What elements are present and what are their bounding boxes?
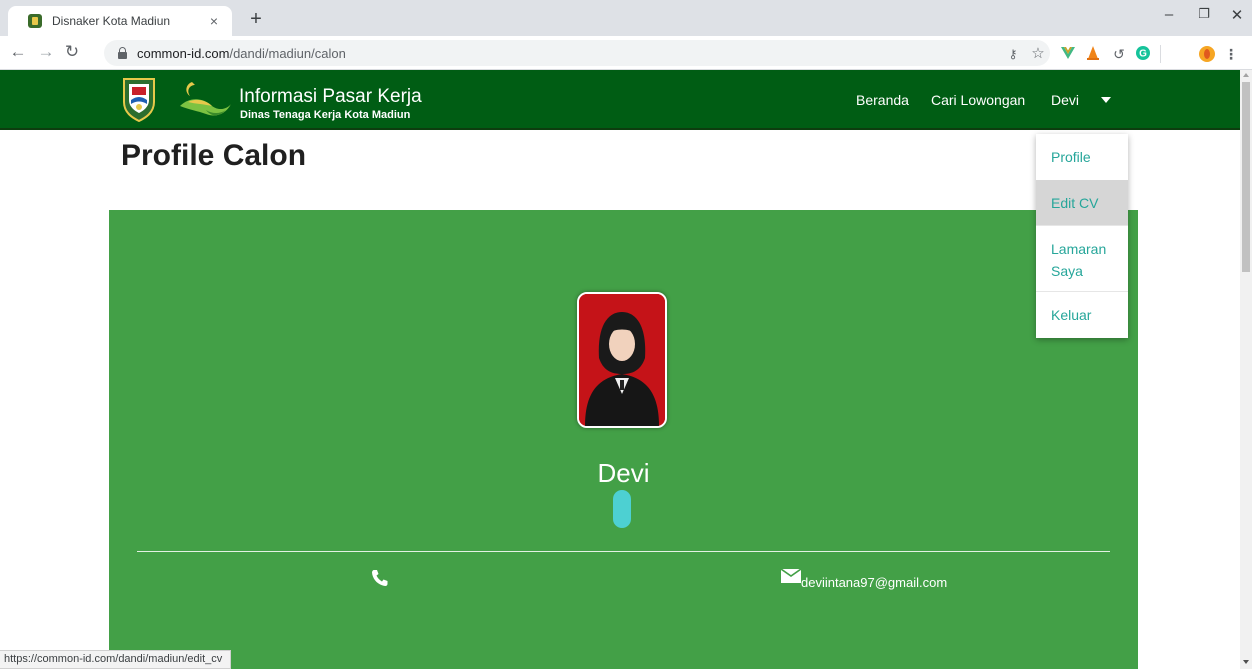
svg-text:G: G <box>1139 49 1147 60</box>
menu-icon[interactable]: ⋮ <box>1222 45 1240 63</box>
status-badge <box>613 490 631 528</box>
new-tab-button[interactable]: + <box>244 8 268 30</box>
profile-email: deviintana97@gmail.com <box>801 575 948 590</box>
tab-close-icon[interactable]: × <box>206 13 222 29</box>
page-title: Profile Calon <box>121 139 307 172</box>
dropdown-item-keluar[interactable]: Keluar <box>1036 304 1128 326</box>
url-path: /dandi/madiun/calon <box>229 45 346 61</box>
disnaker-logo-icon <box>180 82 231 116</box>
vuejs-icon[interactable] <box>1059 45 1077 63</box>
lock-icon <box>118 46 127 59</box>
dropdown-item-lamaran-saya[interactable]: Lamaran Saya <box>1036 238 1118 282</box>
toolbar-separator <box>1160 45 1161 63</box>
dropdown-item-edit-cv[interactable]: Edit CV <box>1036 180 1128 225</box>
divider <box>137 551 1110 552</box>
dropdown-separator <box>1036 291 1128 292</box>
scroll-up-arrow-icon[interactable] <box>1243 73 1249 77</box>
history-icon[interactable]: ↺ <box>1110 45 1128 63</box>
tab-title: Disnaker Kota Madiun <box>52 14 171 28</box>
star-icon[interactable]: ☆ <box>1029 45 1047 63</box>
mail-icon <box>781 569 801 583</box>
page-scrollbar[interactable] <box>1240 70 1252 669</box>
madiun-emblem-icon <box>123 78 155 122</box>
phone-icon <box>372 570 388 586</box>
browser-toolbar: ← → ↻ common-id.com/dandi/madiun/calon ⚷… <box>0 36 1252 70</box>
back-icon[interactable]: ← <box>8 42 28 62</box>
reload-icon[interactable]: ↻ <box>62 42 82 62</box>
dropdown-separator <box>1036 225 1128 226</box>
key-icon[interactable]: ⚷ <box>1004 45 1022 63</box>
vlc-icon[interactable] <box>1084 45 1102 63</box>
browser-tab[interactable]: Disnaker Kota Madiun × <box>8 6 232 36</box>
user-menu-toggle[interactable]: Devi <box>1051 91 1079 109</box>
dropdown-item-profile[interactable]: Profile <box>1036 134 1128 179</box>
profile-name: Devi <box>597 458 650 488</box>
forward-icon[interactable]: → <box>36 42 56 62</box>
user-dropdown-menu: Profile Edit CV Lamaran Saya Keluar <box>1036 134 1128 338</box>
profile-icon[interactable] <box>1198 45 1216 63</box>
restore-button[interactable]: ❐ <box>1189 6 1219 22</box>
caret-down-icon[interactable] <box>1101 97 1111 103</box>
nav-link-beranda[interactable]: Beranda <box>856 91 909 109</box>
profile-photo <box>577 292 667 428</box>
address-bar[interactable]: common-id.com/dandi/madiun/calon <box>104 40 1050 66</box>
brand-subtitle: Dinas Tenaga Kerja Kota Madiun <box>240 109 411 121</box>
minimize-button[interactable]: – <box>1154 6 1184 23</box>
brand-title[interactable]: Informasi Pasar Kerja <box>239 86 422 108</box>
browser-tab-strip: Disnaker Kota Madiun × + – ❐ ✕ <box>0 0 1252 36</box>
nav-link-cari-lowongan[interactable]: Cari Lowongan <box>931 91 1025 109</box>
site-favicon-icon <box>28 14 42 28</box>
scroll-down-arrow-icon[interactable] <box>1243 660 1249 664</box>
close-window-button[interactable]: ✕ <box>1222 6 1252 24</box>
site-navbar: Informasi Pasar Kerja Dinas Tenaga Kerja… <box>0 70 1240 130</box>
browser-status-bar: https://common-id.com/dandi/madiun/edit_… <box>0 650 232 669</box>
url-host: common-id.com <box>137 45 230 61</box>
grammarly-icon[interactable]: G <box>1134 45 1152 63</box>
profile-card: Devi deviintana97@gmail.com <box>109 210 1138 669</box>
scrollbar-thumb[interactable] <box>1242 82 1250 272</box>
